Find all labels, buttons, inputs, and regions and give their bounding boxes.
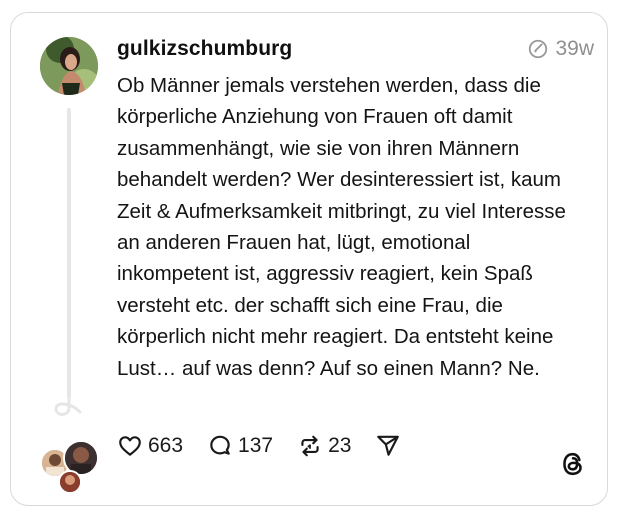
post-time: 39w (527, 37, 594, 61)
post-text: Ob Männer jemals verstehen werden, dass … (117, 74, 566, 380)
repost-arrows-icon (301, 435, 319, 457)
repost-count: 23 (328, 434, 352, 457)
replier-avatar (58, 470, 82, 494)
repost-button[interactable]: 23 (297, 433, 351, 459)
thread-loop-icon (54, 392, 82, 416)
like-button[interactable]: 663 (117, 433, 183, 459)
send-icon (377, 435, 400, 456)
like-count: 663 (148, 434, 184, 457)
author-avatar[interactable] (40, 37, 98, 95)
comment-bubble-icon (210, 435, 230, 455)
reply-count: 137 (238, 434, 274, 457)
heart-icon (119, 436, 141, 456)
time-label: 39w (555, 37, 594, 60)
thread-connector-line (67, 108, 71, 398)
edited-clock-icon (529, 39, 548, 59)
share-button[interactable] (375, 433, 401, 459)
replier-avatars[interactable] (40, 440, 100, 494)
action-bar: 663 137 23 (117, 433, 425, 459)
reply-button[interactable]: 137 (207, 433, 273, 459)
username[interactable]: gulkizschumburg (117, 37, 292, 61)
threads-logo (563, 452, 582, 476)
